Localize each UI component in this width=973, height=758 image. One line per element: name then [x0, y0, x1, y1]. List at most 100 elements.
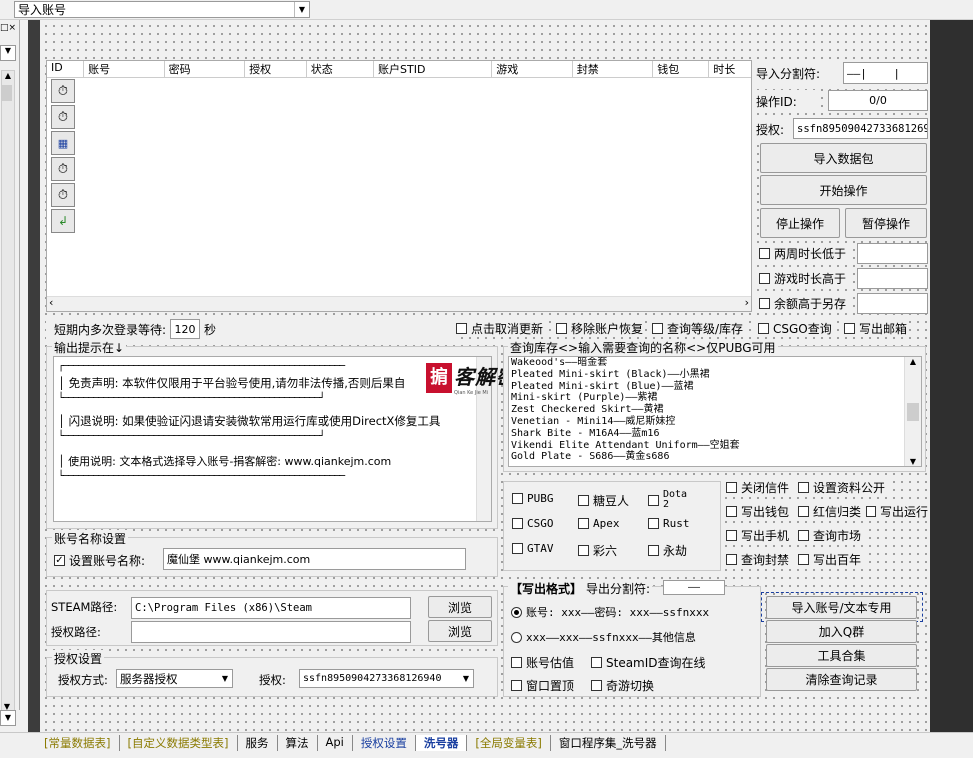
timer-icon[interactable]: ⏱	[51, 105, 75, 129]
col-header[interactable]: 账户STID	[374, 61, 493, 77]
account-name-input[interactable]: 魔仙堡 www.qiankejm.com	[163, 548, 466, 570]
game-checkbox-rust[interactable]: Rust	[646, 517, 692, 530]
game-checkbox-csgo[interactable]: CSGO	[510, 517, 556, 530]
calendar-icon[interactable]: ▦	[51, 131, 75, 155]
inventory-scrollbar[interactable]: ▲ ▼	[904, 357, 921, 466]
steamid-online-checkbox[interactable]: SteamID查询在线	[589, 654, 708, 671]
window-top-checkbox[interactable]: 窗口置顶	[509, 677, 577, 694]
scroll-thumb[interactable]	[2, 85, 12, 101]
radio-selected-icon[interactable]	[511, 606, 522, 618]
col-header[interactable]: ID	[47, 61, 85, 77]
checkbox-box[interactable]	[648, 545, 659, 556]
chevron-down-icon[interactable]: ▼	[459, 674, 473, 683]
qiyou-checkbox[interactable]: 奇游切换	[589, 677, 657, 694]
checkbox-box[interactable]	[798, 506, 809, 517]
checkbox-box[interactable]	[759, 272, 770, 284]
left-scrollbar[interactable]: ▲ ▼	[1, 70, 15, 712]
checkmark-icon[interactable]: ✓	[54, 554, 65, 566]
click-cancel-checkbox[interactable]: 点击取消更新	[454, 319, 546, 337]
chevron-down-icon[interactable]: ▼	[0, 710, 16, 726]
remove-restore-checkbox[interactable]: 移除账户恢复	[554, 319, 646, 337]
auth-select[interactable]: ssfn8950904273368126940 ▼	[299, 669, 474, 688]
checkbox-box[interactable]	[591, 680, 602, 691]
radio-icon[interactable]	[511, 631, 522, 643]
query-market-checkbox[interactable]: 查询市场	[796, 527, 864, 544]
auth-mode-select[interactable]: 服务器授权 ▼	[116, 669, 233, 688]
checkbox-box[interactable]	[512, 518, 523, 529]
import-sep-input[interactable]: ——| |	[843, 62, 928, 84]
checkbox-box[interactable]	[758, 322, 769, 334]
import-arrow-icon[interactable]: ↲	[51, 209, 75, 233]
checkbox-box[interactable]	[556, 322, 567, 334]
timer-icon[interactable]: ⏱	[51, 79, 75, 103]
game-checkbox-pubg[interactable]: PUBG	[510, 492, 556, 505]
game-checkbox-gtav[interactable]: GTAV	[510, 542, 556, 555]
play-time-checkbox[interactable]: 游戏时长高于	[757, 268, 849, 288]
checkbox-box[interactable]	[726, 530, 737, 541]
query-level-checkbox[interactable]: 查询等级/库存	[650, 319, 746, 337]
write-wallet-checkbox[interactable]: 写出钱包	[724, 503, 792, 520]
grid-hscrollbar[interactable]: ‹ ›	[47, 296, 751, 311]
tab-globals[interactable]: [全局变量表]	[467, 735, 551, 751]
chevron-down-icon[interactable]: ▼	[294, 2, 309, 17]
checkbox-box[interactable]	[591, 657, 602, 668]
balance-checkbox[interactable]: 余额高于另存	[757, 293, 849, 313]
checkbox-box[interactable]	[866, 506, 876, 517]
account-value-checkbox[interactable]: 账号估值	[509, 654, 577, 671]
chevron-down-icon[interactable]: ▼	[0, 45, 16, 61]
tab-auth-settings[interactable]: 授权设置	[353, 735, 416, 751]
csgo-query-checkbox[interactable]: CSGO查询	[756, 319, 834, 337]
play-time-input[interactable]	[857, 268, 928, 289]
write-phone-checkbox[interactable]: 写出手机	[724, 527, 792, 544]
write-hundred-checkbox[interactable]: 写出百年	[796, 551, 864, 568]
checkbox-box[interactable]	[578, 495, 589, 506]
op-id-input[interactable]: 0/0	[828, 90, 928, 111]
chevron-down-icon[interactable]: ▼	[218, 674, 232, 683]
game-checkbox-r6[interactable]: 彩六	[576, 542, 620, 559]
write-running-checkbox[interactable]: 写出运行	[864, 503, 930, 520]
tools-button[interactable]: 工具合集	[766, 644, 917, 667]
col-header[interactable]: 钱包	[653, 61, 710, 77]
checkbox-box[interactable]	[726, 482, 737, 493]
checkbox-box[interactable]	[456, 322, 467, 334]
checkbox-box[interactable]	[512, 493, 523, 504]
col-header[interactable]: 封禁	[573, 61, 654, 77]
auth-input[interactable]: ssfn8950904273368126940	[793, 118, 928, 139]
tab-custom-types[interactable]: [自定义数据类型表]	[120, 735, 238, 751]
public-profile-checkbox[interactable]: 设置资料公开	[796, 479, 888, 496]
inventory-textbox[interactable]: Wakeood's——暗金套 Pleated Mini-skirt (Black)…	[508, 356, 922, 467]
tab-algorithm[interactable]: 算法	[278, 735, 318, 751]
checkbox-box[interactable]	[759, 297, 770, 309]
scroll-up-icon[interactable]: ▲	[2, 71, 14, 80]
pause-button[interactable]: 暂停操作	[845, 208, 927, 238]
col-header[interactable]: 密码	[165, 61, 246, 77]
join-qq-group-button[interactable]: 加入Q群	[766, 620, 917, 643]
scroll-left-icon[interactable]: ‹	[49, 296, 53, 309]
checkbox-box[interactable]	[511, 657, 522, 668]
game-checkbox-apex[interactable]: Apex	[576, 517, 622, 530]
login-wait-input[interactable]: 120	[170, 319, 201, 339]
col-header[interactable]: 授权	[245, 61, 307, 77]
import-package-button[interactable]: 导入数据包	[760, 143, 927, 173]
timer-icon[interactable]: ⏱	[51, 183, 75, 207]
checkbox-box[interactable]	[511, 680, 522, 691]
checkbox-box[interactable]	[726, 554, 737, 565]
start-button[interactable]: 开始操作	[760, 175, 927, 205]
auth-path-input[interactable]	[131, 621, 411, 643]
checkbox-box[interactable]	[652, 322, 663, 334]
col-header[interactable]: 状态	[307, 61, 375, 77]
checkbox-box[interactable]	[844, 322, 855, 334]
red-letter-checkbox[interactable]: 红信归类	[796, 503, 864, 520]
col-header[interactable]: 账号	[84, 61, 165, 77]
timer-icon[interactable]: ⏱	[51, 157, 75, 181]
import-select[interactable]: 导入账号 ▼	[14, 1, 310, 18]
checkbox-box[interactable]	[648, 518, 659, 529]
balance-input[interactable]	[857, 293, 928, 314]
checkbox-box[interactable]	[798, 482, 809, 493]
scroll-thumb[interactable]	[907, 403, 919, 421]
account-grid[interactable]: ID 账号 密码 授权 状态 账户STID 游戏 封禁 钱包 时长 ⏱ ⏱ ▦ …	[46, 60, 752, 312]
two-week-checkbox[interactable]: 两周时长低于	[757, 243, 849, 263]
close-mail-checkbox[interactable]: 关闭信件	[724, 479, 792, 496]
tab-api[interactable]: Api	[318, 735, 353, 751]
checkbox-box[interactable]	[798, 554, 809, 565]
